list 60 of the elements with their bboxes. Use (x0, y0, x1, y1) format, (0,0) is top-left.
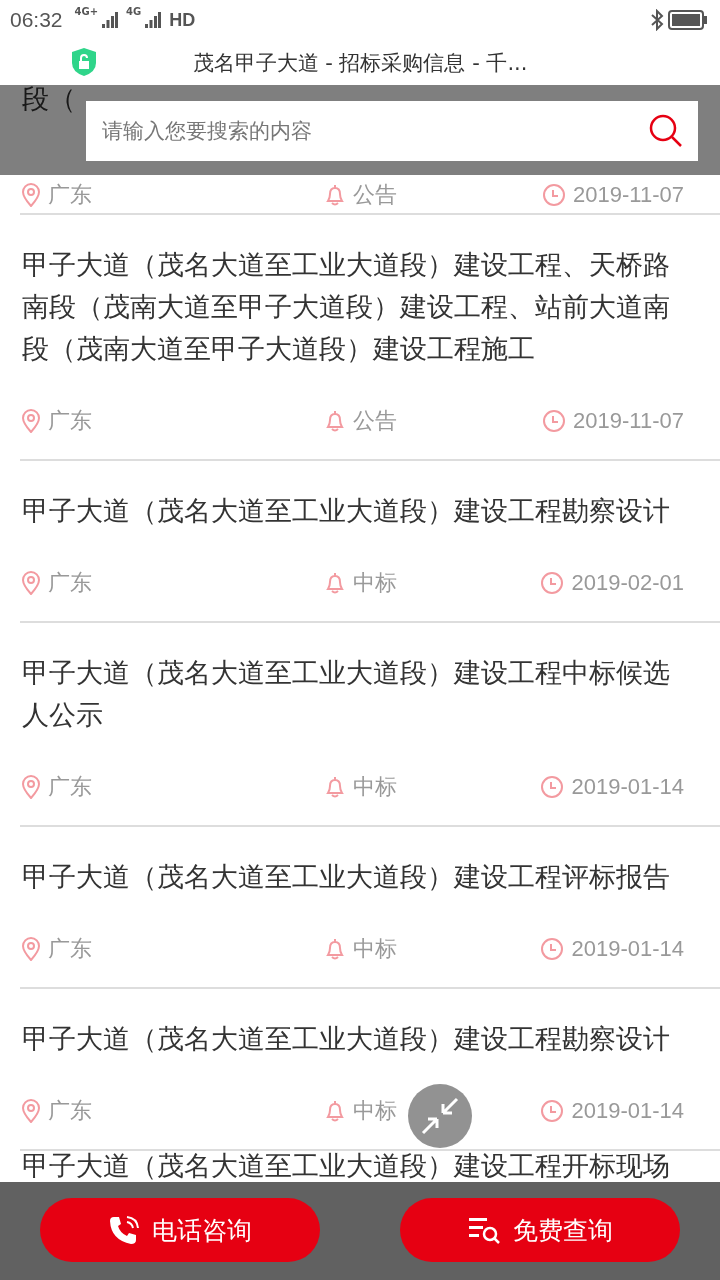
listing-date: 2019-01-14 (571, 1098, 684, 1124)
action-button[interactable]: 免费查询 (400, 1198, 680, 1262)
location-pin-icon (22, 775, 40, 799)
search-icon (648, 113, 684, 149)
listing-region: 广东 (48, 1097, 92, 1125)
location-pin-icon (22, 571, 40, 595)
listing-title[interactable]: 甲子大道（茂名大道至工业大道段）建设工程勘察设计 (20, 1018, 684, 1060)
listing-title[interactable]: 段（ (20, 85, 76, 120)
location-pin-icon (22, 1099, 40, 1123)
listing-title[interactable]: 甲子大道（茂名大道至工业大道段）建设工程评标报告 (20, 856, 684, 898)
phone-icon (108, 1214, 140, 1246)
listing-title[interactable]: 甲子大道（茂名大道至工业大道段）建设工程开标现场 (20, 1152, 670, 1180)
listing-category: 中标 (353, 569, 397, 597)
battery-icon (668, 10, 708, 30)
listing-date: 2019-01-14 (571, 936, 684, 962)
listing-date: 2019-11-07 (573, 182, 684, 208)
clock-icon (541, 1100, 564, 1122)
bell-icon (325, 572, 345, 594)
network-label: 4G (126, 6, 142, 17)
location-pin-icon (22, 183, 40, 207)
action-button[interactable]: 电话咨询 (40, 1198, 320, 1262)
listing-region: 广东 (48, 569, 92, 597)
bell-icon (325, 776, 345, 798)
signal-icon (102, 12, 119, 28)
clock-icon (541, 938, 564, 960)
listing-category: 公告 (353, 181, 397, 209)
signal-icon (145, 12, 162, 28)
listing-category: 中标 (353, 1097, 397, 1125)
shield-lock-icon (71, 47, 97, 77)
search-button[interactable] (634, 101, 698, 161)
listing-region: 广东 (48, 181, 92, 209)
listing-region: 广东 (48, 407, 92, 435)
bell-icon (325, 410, 345, 432)
listing-region: 广东 (48, 773, 92, 801)
bell-icon (325, 938, 345, 960)
bell-icon (325, 1100, 345, 1122)
bell-icon (325, 184, 345, 206)
listing-category: 公告 (353, 407, 397, 435)
location-pin-icon (22, 409, 40, 433)
listing-title[interactable]: 甲子大道（茂名大道至工业大道段）建设工程中标候选人公示 (20, 652, 684, 736)
page-title: 茂名甲子大道 - 招标采购信息 - 千... (192, 49, 528, 77)
listing-date: 2019-01-14 (571, 774, 684, 800)
status-time: 06:32 (10, 8, 63, 32)
listing-title[interactable]: 甲子大道（茂名大道至工业大道段）建设工程勘察设计 (20, 490, 684, 532)
network-label: 4G+ (74, 6, 99, 17)
collapse-icon (420, 1096, 460, 1136)
clock-icon (543, 184, 566, 206)
listing-category: 中标 (353, 773, 397, 801)
listing-category: 中标 (353, 935, 397, 963)
bluetooth-icon (650, 9, 664, 31)
location-pin-icon (22, 937, 40, 961)
hd-label: HD (169, 9, 196, 31)
listing-date: 2019-02-01 (571, 570, 684, 596)
listing-title[interactable]: 甲子大道（茂名大道至工业大道段）建设工程、天桥路南段（茂南大道至甲子大道段）建设工程、站前大道南段（茂南大道至甲子大道段）建设工程施工 (20, 244, 684, 370)
listing-date: 2019-11-07 (573, 408, 684, 434)
search-field[interactable]: 请输入您要搜索的内容 (86, 101, 634, 161)
clock-icon (541, 776, 564, 798)
listing-region: 广东 (48, 935, 92, 963)
clock-icon (541, 572, 564, 594)
clock-icon (543, 410, 566, 432)
